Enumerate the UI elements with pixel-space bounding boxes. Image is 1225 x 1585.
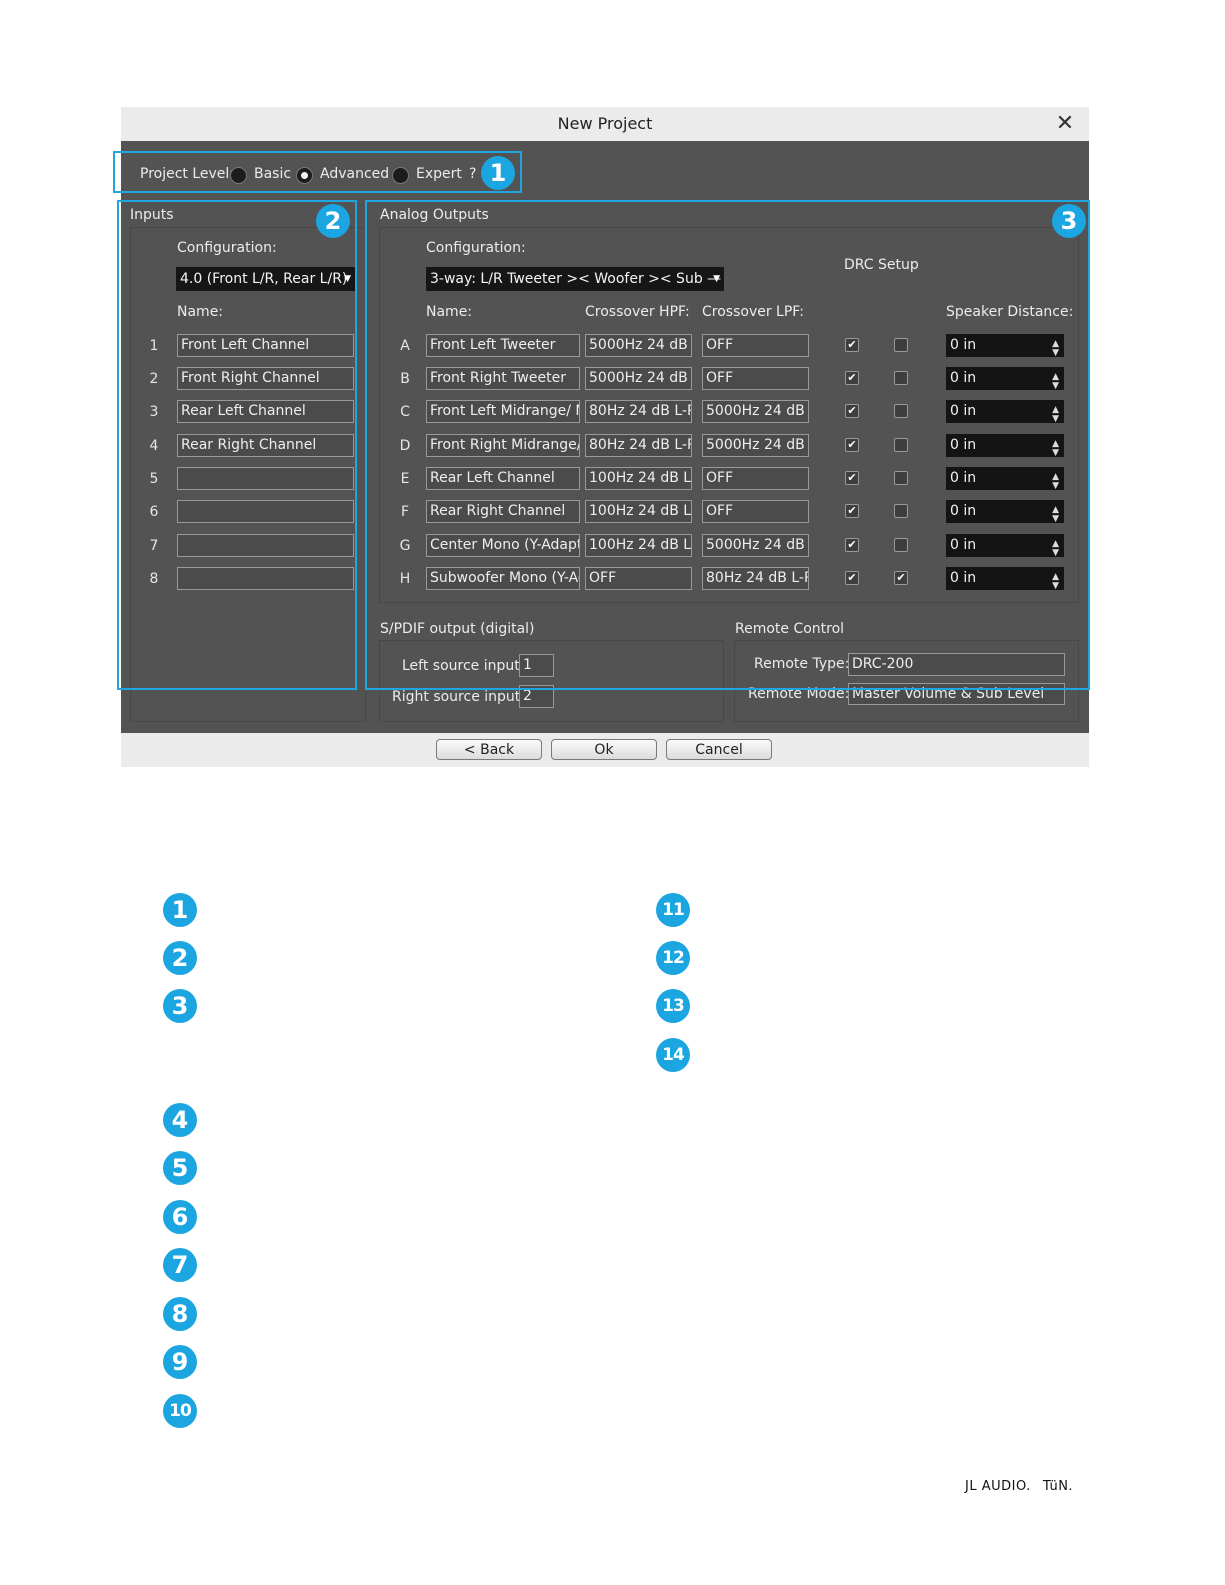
legend-badge: 2 xyxy=(163,941,197,975)
legend-badge: 6 xyxy=(163,1200,197,1234)
dialog-footer: < Back Ok Cancel xyxy=(121,733,1089,767)
legend-badge: 8 xyxy=(163,1297,197,1331)
legend-badge: 5 xyxy=(163,1151,197,1185)
callout-badge: 1 xyxy=(481,156,515,190)
highlight-inputs xyxy=(117,200,357,690)
legend-badge: 12 xyxy=(656,941,690,975)
callout-badge: 2 xyxy=(316,204,350,238)
legend-badge: 14 xyxy=(656,1038,690,1072)
legend-badge: 9 xyxy=(163,1345,197,1379)
highlight-outputs xyxy=(365,200,1090,690)
title-bar: New Project ✕ xyxy=(121,107,1089,141)
legend-badge: 10 xyxy=(163,1394,197,1428)
legend-badge: 1 xyxy=(163,893,197,927)
brand-logos: JL AUDIO. TüN. xyxy=(965,1479,1085,1494)
legend-badge: 11 xyxy=(656,893,690,927)
legend-badge: 13 xyxy=(656,989,690,1023)
tun-logo: TüN. xyxy=(1042,1479,1074,1494)
callout-badge: 3 xyxy=(1052,204,1086,238)
ok-button[interactable]: Ok xyxy=(551,739,657,760)
cancel-button[interactable]: Cancel xyxy=(666,739,772,760)
spdif-right-label: Right source input: xyxy=(392,689,525,705)
jl-audio-logo: JL AUDIO. xyxy=(965,1479,1031,1494)
window-title: New Project xyxy=(557,114,653,133)
highlight-project-level xyxy=(113,151,522,193)
back-button[interactable]: < Back xyxy=(436,739,542,760)
close-icon[interactable]: ✕ xyxy=(1051,110,1079,138)
legend-badge: 3 xyxy=(163,989,197,1023)
legend-badge: 4 xyxy=(163,1103,197,1137)
legend-badge: 7 xyxy=(163,1248,197,1282)
